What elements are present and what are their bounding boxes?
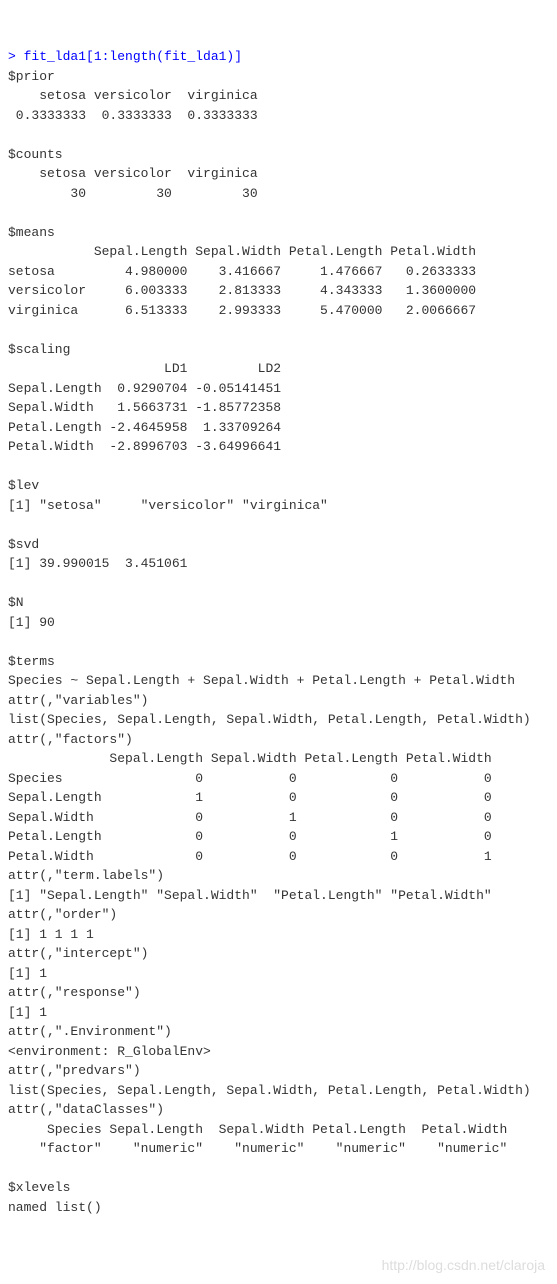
factors-row-species: Species 0 0 0 0 bbox=[8, 771, 492, 786]
factors-row-sepal-length: Sepal.Length 1 0 0 0 bbox=[8, 790, 492, 805]
counts-colnames: setosa versicolor virginica bbox=[8, 166, 265, 181]
scaling-header: $scaling bbox=[8, 342, 70, 357]
xlevels-header: $xlevels bbox=[8, 1180, 70, 1195]
prior-values: 0.3333333 0.3333333 0.3333333 bbox=[8, 108, 265, 123]
counts-values: 30 30 30 bbox=[8, 186, 265, 201]
scaling-row-1: Sepal.Length 0.9290704 -0.05141451 bbox=[8, 381, 281, 396]
attr-environment: attr(,".Environment") bbox=[8, 1024, 172, 1039]
term-labels: [1] "Sepal.Length" "Sepal.Width" "Petal.… bbox=[8, 888, 499, 903]
factors-row-petal-length: Petal.Length 0 0 1 0 bbox=[8, 829, 492, 844]
lev-header: $lev bbox=[8, 478, 39, 493]
n-values: [1] 90 bbox=[8, 615, 55, 630]
scaling-colnames: LD1 LD2 bbox=[8, 361, 281, 376]
response-value: [1] 1 bbox=[8, 1005, 47, 1020]
attr-dataclasses: attr(,"dataClasses") bbox=[8, 1102, 164, 1117]
terms-header: $terms bbox=[8, 654, 55, 669]
means-row-versicolor: versicolor 6.003333 2.813333 4.343333 1.… bbox=[8, 283, 476, 298]
factors-row-sepal-width: Sepal.Width 0 1 0 0 bbox=[8, 810, 492, 825]
dataclasses-values: "factor" "numeric" "numeric" "numeric" "… bbox=[8, 1141, 515, 1156]
r-console-command: > fit_lda1[1:length(fit_lda1)] bbox=[8, 49, 242, 64]
means-colnames: Sepal.Length Sepal.Width Petal.Length Pe… bbox=[8, 244, 476, 259]
attr-factors: attr(,"factors") bbox=[8, 732, 133, 747]
lev-values: [1] "setosa" "versicolor" "virginica" bbox=[8, 498, 336, 513]
counts-header: $counts bbox=[8, 147, 63, 162]
scaling-row-3: Petal.Length -2.4645958 1.33709264 bbox=[8, 420, 281, 435]
terms-formula: Species ~ Sepal.Length + Sepal.Width + P… bbox=[8, 673, 515, 688]
order-values: [1] 1 1 1 1 bbox=[8, 927, 94, 942]
attr-order: attr(,"order") bbox=[8, 907, 117, 922]
attr-response: attr(,"response") bbox=[8, 985, 141, 1000]
attr-termlabels: attr(,"term.labels") bbox=[8, 868, 164, 883]
svd-values: [1] 39.990015 3.451061 bbox=[8, 556, 187, 571]
attr-predvars: attr(,"predvars") bbox=[8, 1063, 141, 1078]
factors-row-petal-width: Petal.Width 0 0 0 1 bbox=[8, 849, 492, 864]
n-header: $N bbox=[8, 595, 24, 610]
environment-value: <environment: R_GlobalEnv> bbox=[8, 1044, 211, 1059]
means-row-setosa: setosa 4.980000 3.416667 1.476667 0.2633… bbox=[8, 264, 476, 279]
dataclasses-colnames: Species Sepal.Length Sepal.Width Petal.L… bbox=[8, 1122, 515, 1137]
means-row-virginica: virginica 6.513333 2.993333 5.470000 2.0… bbox=[8, 303, 476, 318]
scaling-row-2: Sepal.Width 1.5663731 -1.85772358 bbox=[8, 400, 281, 415]
attr-variables: attr(,"variables") bbox=[8, 693, 148, 708]
watermark-text: http://blog.csdn.net/claroja bbox=[382, 1255, 545, 1276]
xlevels-values: named list() bbox=[8, 1200, 102, 1215]
svd-header: $svd bbox=[8, 537, 39, 552]
prior-colnames: setosa versicolor virginica bbox=[8, 88, 265, 103]
prior-header: $prior bbox=[8, 69, 55, 84]
scaling-row-4: Petal.Width -2.8996703 -3.64996641 bbox=[8, 439, 281, 454]
attr-intercept: attr(,"intercept") bbox=[8, 946, 148, 961]
predvars-list: list(Species, Sepal.Length, Sepal.Width,… bbox=[8, 1083, 531, 1098]
means-header: $means bbox=[8, 225, 55, 240]
factors-colnames: Sepal.Length Sepal.Width Petal.Length Pe… bbox=[8, 751, 492, 766]
list-variables: list(Species, Sepal.Length, Sepal.Width,… bbox=[8, 712, 531, 727]
intercept-value: [1] 1 bbox=[8, 966, 47, 981]
